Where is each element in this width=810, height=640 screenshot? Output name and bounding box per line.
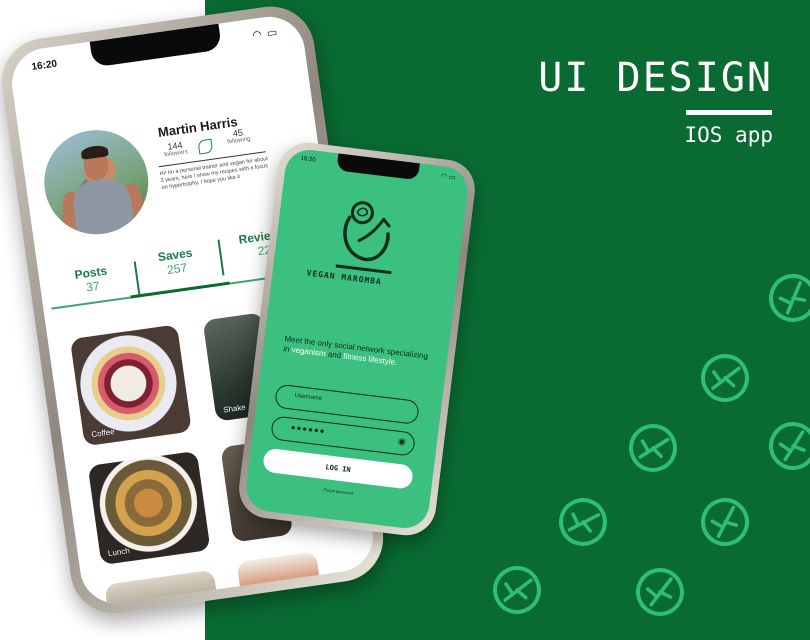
wifi-battery-icon: ◠ ▭ (251, 26, 280, 42)
followers-stat[interactable]: 144 followers (157, 139, 193, 160)
hero-divider (686, 110, 772, 115)
status-time: 16:20 (30, 58, 58, 73)
avatar[interactable] (37, 123, 156, 241)
hero-subtitle: IOS app (684, 123, 773, 147)
username-placeholder: Username (294, 392, 323, 403)
wifi-battery-icon: ◠ ▭ (440, 173, 456, 182)
tagline: Meet the only social network specializin… (283, 334, 434, 373)
show-password-eye-icon[interactable]: ◉ (397, 436, 406, 448)
leaf-icon (197, 138, 214, 155)
following-stat[interactable]: 45 following (220, 126, 256, 147)
tab-saves[interactable]: Saves 257 (144, 244, 207, 280)
tab-divider (217, 239, 225, 276)
tagline-mid: and (325, 349, 344, 361)
vegan-maromba-logo-icon (335, 201, 392, 275)
post-card[interactable]: Coffee (69, 324, 192, 447)
tab-posts[interactable]: Posts 37 (60, 262, 123, 298)
tab-divider (133, 261, 141, 298)
post-label: Lunch (107, 546, 131, 559)
profile-bio: Hi! Im a personal trainer and vegan for … (159, 156, 269, 191)
hero-title: UI DESIGN (538, 55, 773, 101)
password-mask: ●●●●●● (290, 422, 327, 436)
status-time: 16:20 (300, 155, 316, 164)
post-label: Shake (222, 402, 247, 415)
post-label: Coffee (90, 427, 116, 440)
post-card[interactable]: Lunch (87, 450, 211, 566)
